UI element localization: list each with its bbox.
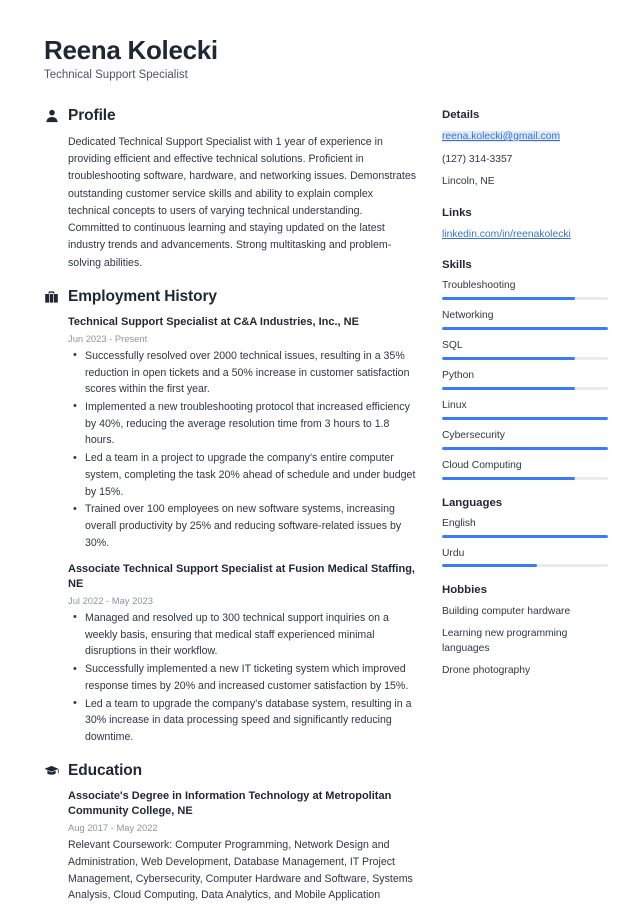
sidebar-hobbies-title: Hobbies [442,584,487,597]
section-education-title: Education [68,761,143,779]
skill-fill [442,357,575,361]
skill-item: SQL [442,339,608,361]
sidebar-details: Details reena.kolecki@gmail.com (127) 31… [442,109,608,190]
skill-item: Networking [442,309,608,331]
skill-item: Linux [442,399,608,420]
section-profile-body: Dedicated Technical Support Specialist w… [44,134,416,272]
language-track [442,564,608,568]
skill-fill [442,446,608,450]
graduation-cap-icon [44,763,59,778]
list-item: Led a team in a project to upgrade the c… [68,450,416,500]
language-item: English [442,517,608,538]
skill-label: Python [442,370,475,382]
skill-fill [442,387,575,391]
skill-track [442,297,608,301]
skill-item: Python [442,369,608,391]
education-entry: Associate's Degree in Information Techno… [68,789,416,905]
skill-track [442,416,608,420]
skill-item: Troubleshooting [442,279,608,301]
education-entry-date: Aug 2017 - May 2022 [68,822,158,834]
language-label: English [442,517,476,529]
sidebar-links-title: Links [442,206,472,219]
candidate-job-title: Technical Support Specialist [44,68,188,81]
section-education: Education Associate's Degree in Informat… [44,762,416,905]
email-link[interactable]: reena.kolecki@gmail.com [442,130,561,142]
location-value: Lincoln, NE [442,176,495,188]
section-education-body: Associate's Degree in Information Techno… [44,789,416,905]
skill-fill [442,327,608,331]
skill-track [442,357,608,361]
list-item: Trained over 100 employees on new softwa… [68,501,416,551]
education-entry-title: Associate's Degree in Information Techno… [68,789,392,818]
link-line: linkedin.com/in/reenakolecki [442,227,608,243]
sidebar-details-title: Details [442,108,480,121]
sidebar-hobbies: Hobbies Building computer hardware Learn… [442,584,608,678]
list-item: Managed and resolved up to 300 technical… [68,609,416,660]
section-profile-title: Profile [68,106,116,124]
resume-body: Profile Dedicated Technical Support Spec… [44,107,608,905]
hobby-item: Drone photography [442,664,531,676]
linkedin-link[interactable]: linkedin.com/in/reenakolecki [442,229,571,240]
phone-value: (127) 314-3357 [442,153,513,165]
employment-entry-date: Jun 2023 - Present [68,332,148,344]
list-item: Led a team to upgrade the company's data… [68,695,416,746]
employment-entry-date: Jul 2022 - May 2023 [68,594,153,606]
skill-track [442,476,608,480]
language-item: Urdu [442,547,608,568]
profile-text: Dedicated Technical Support Specialist w… [68,135,417,269]
section-employment-header: Employment History [44,288,416,306]
employment-entry-title: Technical Support Specialist at C&A Indu… [68,316,359,329]
skill-label: Troubleshooting [442,280,516,292]
section-profile-header: Profile [44,107,416,125]
sidebar-languages-title: Languages [442,496,503,509]
sidebar-links: Links linkedin.com/in/reenakolecki [442,207,608,243]
skill-fill [442,476,575,480]
skill-track [442,387,608,391]
sidebar-languages: Languages English Urdu [442,497,608,568]
skill-track [442,327,608,331]
skill-item: Cloud Computing [442,459,608,480]
section-employment-title: Employment History [68,288,217,306]
skill-label: Cloud Computing [442,459,522,471]
sidebar-skills-title: Skills [442,259,472,272]
section-employment-body: Technical Support Specialist at C&A Indu… [44,315,416,746]
employment-entry-title: Associate Technical Support Specialist a… [68,562,415,591]
employment-entry-bullets: Successfully resolved over 2000 technica… [68,347,416,552]
hobby-item: Learning new programming languages [442,627,568,655]
candidate-name: Reena Kolecki [44,35,218,65]
list-item: Successfully implemented a new IT ticket… [68,661,416,694]
language-label: Urdu [442,547,465,559]
language-fill [442,534,608,538]
hobby-item: Building computer hardware [442,606,571,618]
language-track [442,534,608,538]
list-item: Successfully resolved over 2000 technica… [68,347,416,398]
skill-item: Cybersecurity [442,429,608,450]
employment-entry-bullets: Managed and resolved up to 300 technical… [68,609,416,746]
list-item: Implemented a new troubleshooting protoc… [68,398,416,449]
briefcase-icon [44,290,59,305]
section-employment: Employment History Technical Support Spe… [44,288,416,746]
employment-entry: Associate Technical Support Specialist a… [68,562,416,746]
sidebar-skills: Skills Troubleshooting Networking SQL Py… [442,259,608,480]
user-icon [44,108,59,123]
resume-header: Reena Kolecki Technical Support Speciali… [44,35,608,81]
skill-label: SQL [442,340,463,352]
email-line: reena.kolecki@gmail.com [442,129,608,145]
skill-label: Linux [442,400,467,412]
language-fill [442,564,537,568]
skill-label: Networking [442,310,494,322]
education-entry-description: Relevant Coursework: Computer Programmin… [68,839,413,902]
skill-label: Cybersecurity [442,429,505,441]
skill-fill [442,297,575,301]
skill-track [442,446,608,450]
resume-page: Reena Kolecki Technical Support Speciali… [0,0,640,905]
sidebar-column: Details reena.kolecki@gmail.com (127) 31… [442,107,608,695]
section-profile: Profile Dedicated Technical Support Spec… [44,107,416,272]
main-column: Profile Dedicated Technical Support Spec… [44,107,416,905]
skill-fill [442,416,608,420]
section-education-header: Education [44,762,416,780]
employment-entry: Technical Support Specialist at C&A Indu… [68,315,416,552]
